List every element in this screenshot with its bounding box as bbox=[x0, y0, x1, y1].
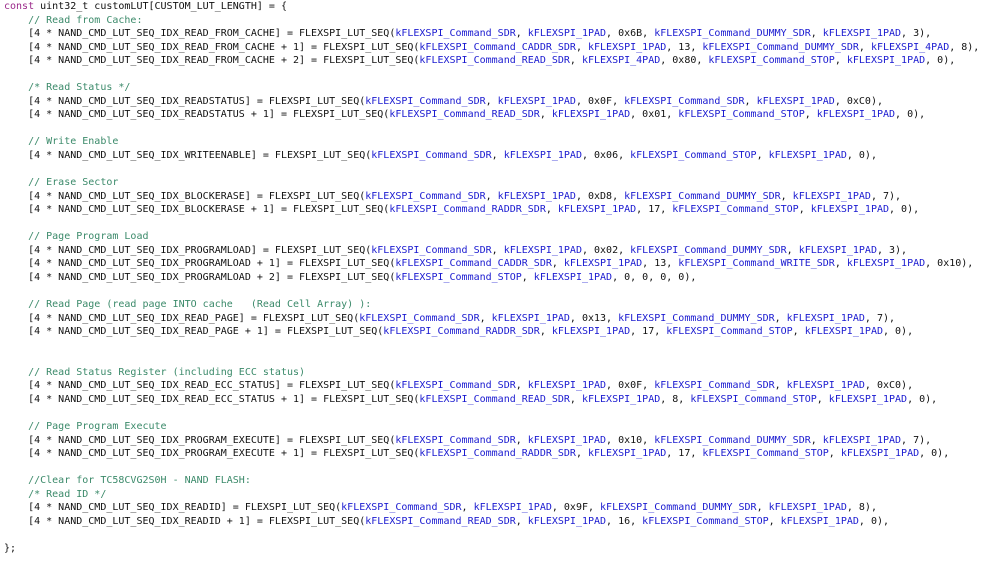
code-line: [4 * NAND_CMD_LUT_SEQ_IDX_READ_PAGE + 1]… bbox=[4, 326, 914, 338]
code-line: [4 * NAND_CMD_LUT_SEQ_IDX_BLOCKERASE] = … bbox=[4, 190, 902, 202]
code-comment-line: // Page Program Load bbox=[4, 231, 149, 243]
code-line: [4 * NAND_CMD_LUT_SEQ_IDX_PROGRAMLOAD] =… bbox=[4, 244, 908, 256]
code-editor[interactable]: const uint32_t customLUT[CUSTOM_LUT_LENG… bbox=[4, 0, 979, 555]
code-line: [4 * NAND_CMD_LUT_SEQ_IDX_PROGRAMLOAD + … bbox=[4, 258, 974, 270]
code-line: [4 * NAND_CMD_LUT_SEQ_IDX_READSTATUS] = … bbox=[4, 95, 883, 107]
code-comment-line: // Write Enable bbox=[4, 136, 119, 148]
code-line: [4 * NAND_CMD_LUT_SEQ_IDX_BLOCKERASE + 1… bbox=[4, 204, 920, 216]
code-comment-line: // Page Program Execute bbox=[4, 420, 167, 432]
code-comment-line: /* Read Status */ bbox=[4, 82, 131, 94]
code-line: [4 * NAND_CMD_LUT_SEQ_IDX_READ_PAGE] = F… bbox=[4, 312, 896, 324]
code-line: }; bbox=[4, 542, 17, 554]
code-comment-line: /* Read ID */ bbox=[4, 488, 107, 500]
code-line: const uint32_t customLUT[CUSTOM_LUT_LENG… bbox=[4, 1, 287, 12]
code-comment-line: //Clear for TC58CVG2S0H - NAND FLASH: bbox=[4, 475, 251, 487]
code-comment-line: // Read from Cache: bbox=[4, 14, 143, 26]
code-line: [4 * NAND_CMD_LUT_SEQ_IDX_READ_FROM_CACH… bbox=[4, 28, 932, 40]
code-line: [4 * NAND_CMD_LUT_SEQ_IDX_READ_ECC_STATU… bbox=[4, 380, 914, 392]
code-line: [4 * NAND_CMD_LUT_SEQ_IDX_READ_FROM_CACH… bbox=[4, 41, 980, 53]
code-comment-line: // Read Status Register (including ECC s… bbox=[4, 366, 306, 378]
code-line: [4 * NAND_CMD_LUT_SEQ_IDX_READID] = FLEX… bbox=[4, 502, 877, 514]
code-line: [4 * NAND_CMD_LUT_SEQ_IDX_PROGRAMLOAD + … bbox=[4, 271, 697, 283]
code-line: [4 * NAND_CMD_LUT_SEQ_IDX_READ_ECC_STATU… bbox=[4, 393, 938, 405]
code-line: [4 * NAND_CMD_LUT_SEQ_IDX_PROGRAM_EXECUT… bbox=[4, 448, 950, 460]
code-line: [4 * NAND_CMD_LUT_SEQ_IDX_WRITEENABLE] =… bbox=[4, 150, 877, 162]
code-line: [4 * NAND_CMD_LUT_SEQ_IDX_READID + 1] = … bbox=[4, 515, 890, 527]
code-line: [4 * NAND_CMD_LUT_SEQ_IDX_PROGRAM_EXECUT… bbox=[4, 434, 932, 446]
code-line: [4 * NAND_CMD_LUT_SEQ_IDX_READ_FROM_CACH… bbox=[4, 55, 956, 67]
code-comment-line: // Read Page (read page INTO cache (Read… bbox=[4, 299, 372, 311]
code-line: [4 * NAND_CMD_LUT_SEQ_IDX_READSTATUS + 1… bbox=[4, 109, 926, 121]
code-comment-line: // Erase Sector bbox=[4, 177, 119, 189]
